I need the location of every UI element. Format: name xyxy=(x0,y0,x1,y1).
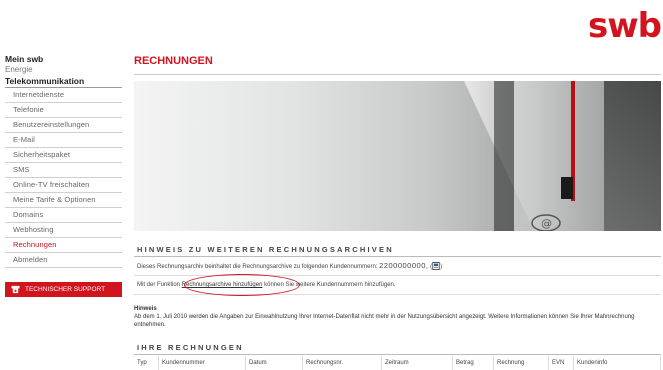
sidebar-item-sms[interactable]: SMS xyxy=(5,163,122,178)
hint-title: Hinweis xyxy=(134,306,157,312)
col-header-kundeninfo[interactable]: Kundeninfo xyxy=(573,356,661,370)
sidebar-item-email[interactable]: E-Mail xyxy=(5,133,122,148)
add-archive-row: Mit der Funktion Rechnungsarchive hinzuf… xyxy=(134,274,661,296)
page-title: RECHNUNGEN xyxy=(134,54,661,75)
sidebar-item-sicherheitspaket[interactable]: Sicherheitspaket xyxy=(5,148,122,163)
sidebar-item-energie[interactable]: Energie xyxy=(5,65,122,75)
sidebar-item-abmelden[interactable]: Abmelden xyxy=(5,253,122,268)
svg-text:@: @ xyxy=(541,217,552,230)
sidebar-nav: Mein swb Energie Telekommunikation Inter… xyxy=(5,54,122,297)
sidebar-item-domains[interactable]: Domains xyxy=(5,208,122,223)
invoices-header-row: Typ Kundennummer Datum Rechnungsnr. Zeit… xyxy=(134,356,661,370)
sidebar-heading-mein-swb[interactable]: Mein swb xyxy=(5,54,122,65)
technical-support-label: TECHNISCHER SUPPORT xyxy=(25,286,106,293)
archive-hint-heading: HINWEIS ZU WEITEREN RECHNUNGSARCHIVEN xyxy=(134,243,661,257)
sidebar-item-rechnungen[interactable]: Rechnungen xyxy=(5,238,122,253)
technical-support-button[interactable]: TECHNISCHER SUPPORT xyxy=(5,282,122,297)
hint-text: Ab dem 1. Juli 2010 werden die Angaben z… xyxy=(134,314,635,328)
mailbox-banner-image: @ xyxy=(134,81,661,231)
sidebar-item-internetdienste[interactable]: Internetdienste xyxy=(5,88,122,103)
main-content: RECHNUNGEN @ HINWEIS ZU WEITEREN RECHNUN… xyxy=(134,54,661,370)
col-header-rechnung[interactable]: Rechnung xyxy=(493,356,549,370)
close-archive-bracket: ) xyxy=(440,264,443,270)
col-header-datum[interactable]: Datum xyxy=(245,356,303,370)
invoices-table: Typ Kundennummer Datum Rechnungsnr. Zeit… xyxy=(134,356,661,370)
sidebar-item-online-tv[interactable]: Online-TV freischalten xyxy=(5,178,122,193)
invoices-heading: IHRE RECHNUNGEN xyxy=(134,341,661,355)
mailbox-illustration: @ xyxy=(464,81,661,231)
col-header-kundennummer[interactable]: Kundennummer xyxy=(158,356,246,370)
col-header-typ[interactable]: Typ xyxy=(134,356,159,370)
sidebar-item-tarife-optionen[interactable]: Meine Tarife & Optionen xyxy=(5,193,122,208)
add-archive-link[interactable]: Rechnungsarchive hinzufügen xyxy=(182,282,263,288)
sidebar-item-telefonie[interactable]: Telefonie xyxy=(5,103,122,118)
col-header-rechnungsnr[interactable]: Rechnungsnr. xyxy=(302,356,382,370)
col-header-betrag[interactable]: Betrag xyxy=(452,356,494,370)
sidebar-item-benutzereinstellungen[interactable]: Benutzereinstellungen xyxy=(5,118,122,133)
swb-logo[interactable]: swb xyxy=(588,6,662,46)
col-header-evn[interactable]: EVN xyxy=(548,356,574,370)
archive-customer-row: Dieses Rechnungsarchiv beinhaltet die Re… xyxy=(134,257,661,276)
phone-icon xyxy=(11,285,20,294)
customer-number: 2200000000, xyxy=(379,261,429,270)
archive-info-text: Dieses Rechnungsarchiv beinhaltet die Re… xyxy=(137,264,378,270)
sidebar-item-webhosting[interactable]: Webhosting xyxy=(5,223,122,238)
add-archive-prefix: Mit der Funktion xyxy=(137,282,181,288)
col-header-zeitraum[interactable]: Zeitraum xyxy=(381,356,453,370)
add-archive-suffix: können Sie weitere Kundennummern hinzufü… xyxy=(264,282,396,288)
sidebar-heading-telekommunikation[interactable]: Telekommunikation xyxy=(5,75,122,88)
hint-block: Hinweis Ab dem 1. Juli 2010 werden die A… xyxy=(134,305,661,329)
document-icon[interactable] xyxy=(432,262,440,271)
